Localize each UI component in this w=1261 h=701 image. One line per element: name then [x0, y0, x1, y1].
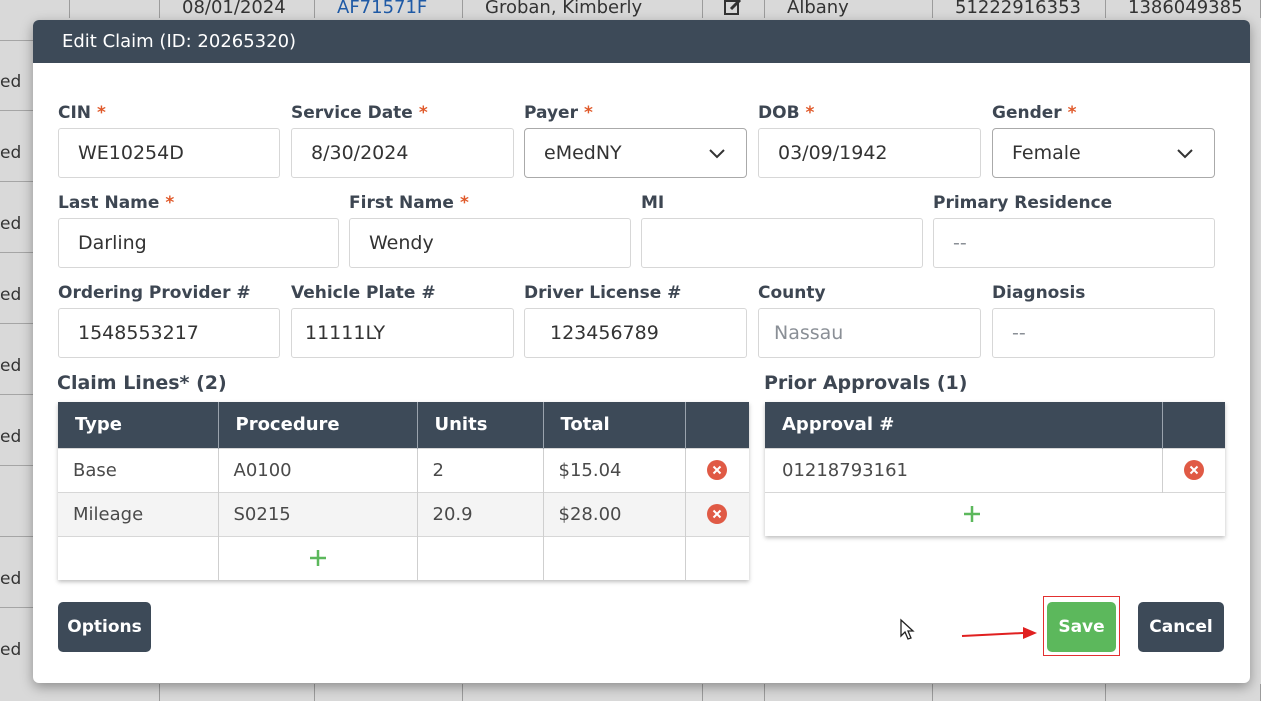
payer-field-group: Payer * eMedNY — [524, 103, 747, 178]
add-row — [58, 535, 749, 580]
delete-icon[interactable] — [707, 504, 728, 524]
last-name-input[interactable]: Darling — [58, 218, 339, 268]
diagnosis-input[interactable]: -- — [992, 308, 1215, 358]
prior-approvals-title: Prior Approvals (1) — [764, 372, 968, 394]
delete-icon[interactable] — [1183, 460, 1204, 480]
table-row: 08/01/2024 AF71571F Groban, Kimberly Alb… — [0, 0, 1261, 18]
claim-lines-table: Type Procedure Units Total Base A0100 2 … — [58, 402, 749, 580]
ordering-provider-input[interactable]: 1548553217 — [58, 308, 280, 358]
payer-select[interactable]: eMedNY — [524, 128, 747, 178]
table-row: Base A0100 2 $15.04 — [58, 447, 749, 492]
edit-claim-dialog: Edit Claim (ID: 20265320) CIN * WE10254D … — [33, 20, 1250, 683]
status-text: ed — [0, 285, 22, 305]
table-header-row: Approval # — [765, 402, 1225, 448]
mouse-cursor-icon — [900, 618, 915, 640]
gender-select[interactable]: Female — [992, 128, 1215, 178]
pointer-arrow-icon — [961, 627, 1037, 639]
column-header-type: Type — [58, 402, 219, 448]
add-line-icon[interactable] — [309, 549, 327, 567]
cin-field-group: CIN * WE10254D — [58, 103, 280, 178]
cin-input[interactable]: WE10254D — [58, 128, 280, 178]
status-text: ed — [0, 214, 22, 234]
vehicle-plate-input[interactable]: 11111LY — [291, 308, 514, 358]
county-field-group: County Nassau — [758, 283, 981, 358]
first-name-input[interactable]: Wendy — [349, 218, 631, 268]
delete-icon[interactable] — [707, 460, 728, 480]
edit-icon[interactable] — [723, 0, 743, 16]
status-text: ed — [0, 72, 22, 92]
options-button[interactable]: Options — [58, 602, 151, 652]
dob-field-group: DOB * 03/09/1942 — [758, 103, 981, 178]
prior-approvals-table: Approval # 01218793161 — [765, 402, 1225, 536]
status-text: ed — [0, 569, 22, 589]
driver-license-input[interactable]: 123456789 — [524, 308, 747, 358]
chevron-down-icon — [709, 149, 725, 159]
status-text: ed — [0, 356, 22, 376]
status-text: ed — [0, 640, 22, 660]
primary-residence-input[interactable]: -- — [933, 218, 1215, 268]
primary-residence-field-group: Primary Residence -- — [933, 193, 1215, 268]
column-header-approval: Approval # — [765, 402, 1163, 448]
table-row: 01218793161 — [765, 447, 1225, 492]
save-button[interactable]: Save — [1047, 602, 1116, 652]
service-date-field-group: Service Date * 8/30/2024 — [291, 103, 514, 178]
mi-field-group: MI — [641, 193, 923, 268]
table-header-row: Type Procedure Units Total — [58, 402, 749, 448]
first-name-field-group: First Name * Wendy — [349, 193, 631, 268]
column-header-procedure: Procedure — [218, 402, 418, 448]
column-header-total: Total — [543, 402, 686, 448]
service-date-input[interactable]: 8/30/2024 — [291, 128, 514, 178]
table-row: Mileage S0215 20.9 $28.00 — [58, 491, 749, 536]
status-text: ed — [0, 427, 22, 447]
ordering-provider-field-group: Ordering Provider # 1548553217 — [58, 283, 280, 358]
vehicle-plate-field-group: Vehicle Plate # 11111LY — [291, 283, 514, 358]
column-header-units: Units — [417, 402, 544, 448]
claim-lines-title: Claim Lines* (2) — [57, 372, 227, 394]
diagnosis-field-group: Diagnosis -- — [992, 283, 1215, 358]
add-row — [765, 491, 1225, 536]
driver-license-field-group: Driver License # 123456789 — [524, 283, 747, 358]
county-input[interactable]: Nassau — [758, 308, 981, 358]
gender-field-group: Gender * Female — [992, 103, 1215, 178]
status-text: ed — [0, 143, 22, 163]
chevron-down-icon — [1177, 149, 1193, 159]
cancel-button[interactable]: Cancel — [1138, 602, 1224, 652]
mi-input[interactable] — [641, 218, 923, 268]
dob-input[interactable]: 03/09/1942 — [758, 128, 981, 178]
last-name-field-group: Last Name * Darling — [58, 193, 339, 268]
dialog-title: Edit Claim (ID: 20265320) — [33, 20, 1250, 63]
add-approval-icon[interactable] — [963, 505, 981, 523]
